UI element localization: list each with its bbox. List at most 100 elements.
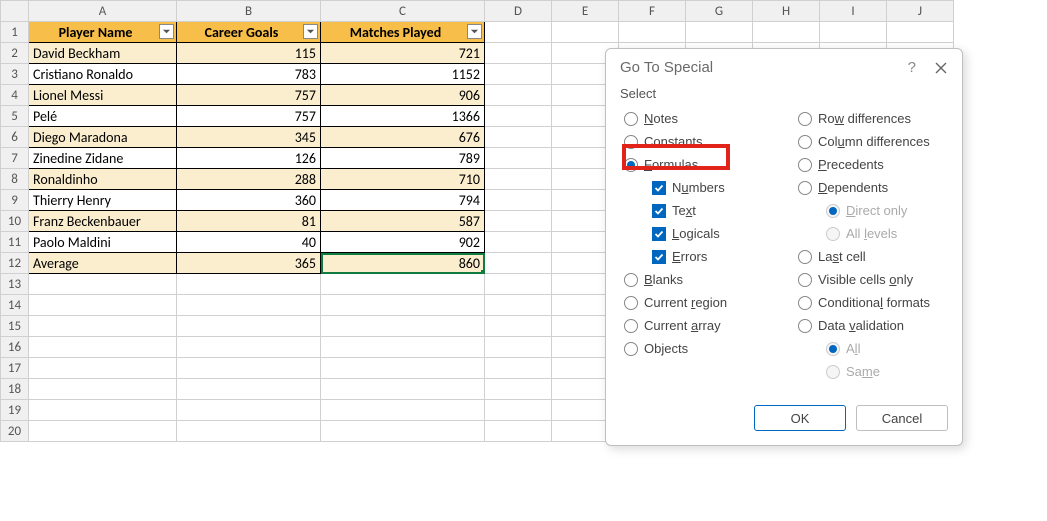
cell[interactable]	[177, 337, 321, 358]
radio-icon[interactable]	[798, 135, 812, 149]
cell[interactable]	[485, 169, 552, 190]
cell[interactable]: Diego Maradona	[29, 127, 177, 148]
row-header[interactable]: 7	[1, 148, 29, 169]
cell[interactable]	[485, 148, 552, 169]
cell[interactable]	[485, 106, 552, 127]
radio-option-row-differences[interactable]: Row differences	[794, 107, 948, 130]
row-header[interactable]: 1	[1, 22, 29, 43]
cell[interactable]: Paolo Maldini	[29, 232, 177, 253]
radio-option-column-differences[interactable]: Column differences	[794, 130, 948, 153]
radio-icon[interactable]	[798, 181, 812, 195]
cell[interactable]	[485, 337, 552, 358]
row-header[interactable]: 3	[1, 64, 29, 85]
cell[interactable]	[887, 22, 954, 43]
cell[interactable]: Zinedine Zidane	[29, 148, 177, 169]
cell[interactable]	[619, 22, 686, 43]
row-header[interactable]: 20	[1, 421, 29, 442]
cell[interactable]: Ronaldinho	[29, 169, 177, 190]
cell[interactable]	[29, 358, 177, 379]
cell[interactable]: 902	[321, 232, 485, 253]
col-header[interactable]: J	[887, 1, 954, 22]
cell[interactable]	[29, 274, 177, 295]
cell[interactable]: 757	[177, 85, 321, 106]
radio-icon[interactable]	[624, 273, 638, 287]
checkbox-option-errors[interactable]: Errors	[620, 245, 770, 268]
cell[interactable]	[321, 295, 485, 316]
cell[interactable]: 365	[177, 253, 321, 274]
row-header[interactable]: 6	[1, 127, 29, 148]
col-header[interactable]: H	[753, 1, 820, 22]
row-header[interactable]: 18	[1, 379, 29, 400]
row-header[interactable]: 16	[1, 337, 29, 358]
radio-option-objects[interactable]: Objects	[620, 337, 770, 360]
cell[interactable]	[177, 295, 321, 316]
checkbox-icon[interactable]	[652, 204, 666, 218]
radio-option-constants[interactable]: Constants	[620, 130, 770, 153]
cell[interactable]	[29, 295, 177, 316]
row-header[interactable]: 5	[1, 106, 29, 127]
cell[interactable]: 906	[321, 85, 485, 106]
radio-option-data-validation[interactable]: Data validation	[794, 314, 948, 337]
cell[interactable]: Career Goals	[177, 22, 321, 43]
cell[interactable]	[485, 22, 552, 43]
cell[interactable]: Player Name	[29, 22, 177, 43]
cell[interactable]: Cristiano Ronaldo	[29, 64, 177, 85]
radio-icon[interactable]	[798, 273, 812, 287]
cell[interactable]	[177, 400, 321, 421]
cell[interactable]: 721	[321, 43, 485, 64]
cell[interactable]: 1152	[321, 64, 485, 85]
row-header[interactable]: 17	[1, 358, 29, 379]
col-header[interactable]: I	[820, 1, 887, 22]
col-header[interactable]: F	[619, 1, 686, 22]
filter-dropdown-icon[interactable]	[303, 24, 318, 39]
cell[interactable]	[485, 211, 552, 232]
cell[interactable]: 757	[177, 106, 321, 127]
cell[interactable]	[321, 316, 485, 337]
row-header[interactable]: 9	[1, 190, 29, 211]
cell[interactable]	[321, 358, 485, 379]
cell[interactable]: Franz Beckenbauer	[29, 211, 177, 232]
cell[interactable]: 126	[177, 148, 321, 169]
cell[interactable]	[321, 400, 485, 421]
cell[interactable]	[485, 316, 552, 337]
checkbox-icon[interactable]	[652, 227, 666, 241]
cell[interactable]	[485, 190, 552, 211]
cell[interactable]	[485, 274, 552, 295]
cell[interactable]	[177, 358, 321, 379]
cell[interactable]: 345	[177, 127, 321, 148]
radio-icon[interactable]	[624, 342, 638, 356]
radio-option-notes[interactable]: Notes	[620, 107, 770, 130]
row-header[interactable]: 19	[1, 400, 29, 421]
cell[interactable]	[321, 379, 485, 400]
cell[interactable]	[485, 253, 552, 274]
cell[interactable]	[485, 64, 552, 85]
col-header[interactable]: G	[686, 1, 753, 22]
cell[interactable]	[177, 379, 321, 400]
checkbox-option-numbers[interactable]: Numbers	[620, 176, 770, 199]
cell[interactable]: Lionel Messi	[29, 85, 177, 106]
radio-icon[interactable]	[798, 112, 812, 126]
cell[interactable]	[321, 337, 485, 358]
cell[interactable]: 115	[177, 43, 321, 64]
radio-option-precedents[interactable]: Precedents	[794, 153, 948, 176]
cell[interactable]: 794	[321, 190, 485, 211]
cell[interactable]: 288	[177, 169, 321, 190]
cancel-button[interactable]: Cancel	[856, 405, 948, 431]
row-header[interactable]: 2	[1, 43, 29, 64]
col-header[interactable]: E	[552, 1, 619, 22]
col-header[interactable]: A	[29, 1, 177, 22]
cell[interactable]	[485, 379, 552, 400]
radio-option-blanks[interactable]: Blanks	[620, 268, 770, 291]
radio-icon[interactable]	[798, 319, 812, 333]
radio-icon[interactable]	[624, 135, 638, 149]
cell[interactable]: 783	[177, 64, 321, 85]
radio-option-visible-cells-only[interactable]: Visible cells only	[794, 268, 948, 291]
cell[interactable]	[552, 22, 619, 43]
row-header[interactable]: 4	[1, 85, 29, 106]
cell[interactable]: 40	[177, 232, 321, 253]
cell[interactable]	[485, 421, 552, 442]
ok-button[interactable]: OK	[754, 405, 846, 431]
cell[interactable]	[29, 421, 177, 442]
cell[interactable]	[321, 274, 485, 295]
cell[interactable]	[177, 316, 321, 337]
